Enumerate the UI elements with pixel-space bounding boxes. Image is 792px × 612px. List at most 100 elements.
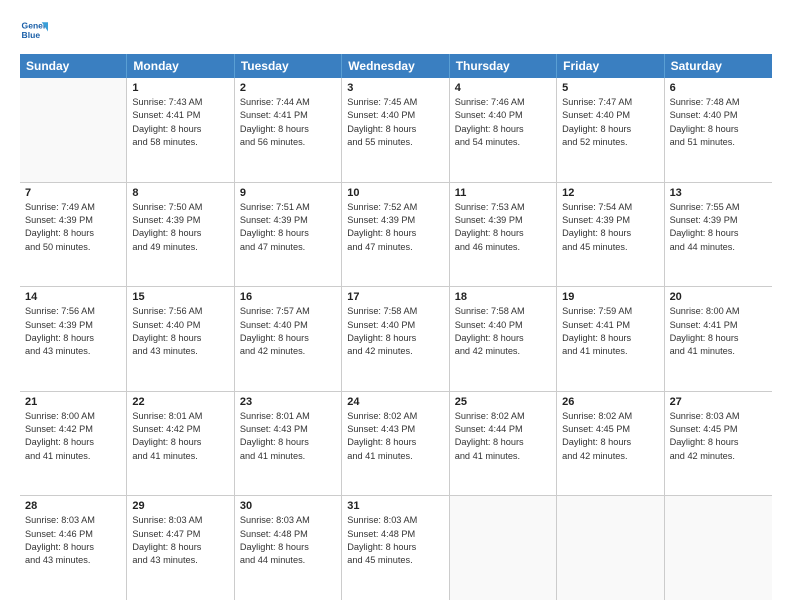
daylight-text-line2: and 49 minutes. — [132, 241, 228, 254]
calendar-week-3: 14Sunrise: 7:56 AMSunset: 4:39 PMDayligh… — [20, 287, 772, 392]
day-header-sunday: Sunday — [20, 54, 127, 78]
daylight-text-line1: Daylight: 8 hours — [347, 227, 443, 240]
daylight-text-line2: and 41 minutes. — [670, 345, 767, 358]
calendar-cell: 15Sunrise: 7:56 AMSunset: 4:40 PMDayligh… — [127, 287, 234, 391]
sunrise-text: Sunrise: 7:53 AM — [455, 201, 551, 214]
sunset-text: Sunset: 4:39 PM — [132, 214, 228, 227]
calendar-cell: 31Sunrise: 8:03 AMSunset: 4:48 PMDayligh… — [342, 496, 449, 600]
day-header-saturday: Saturday — [665, 54, 772, 78]
calendar-cell — [450, 496, 557, 600]
calendar-cell: 16Sunrise: 7:57 AMSunset: 4:40 PMDayligh… — [235, 287, 342, 391]
daylight-text-line1: Daylight: 8 hours — [562, 332, 658, 345]
daylight-text-line2: and 41 minutes. — [562, 345, 658, 358]
daylight-text-line1: Daylight: 8 hours — [132, 332, 228, 345]
calendar-page: General Blue SundayMondayTuesdayWednesda… — [0, 0, 792, 612]
daylight-text-line1: Daylight: 8 hours — [670, 436, 767, 449]
daylight-text-line1: Daylight: 8 hours — [25, 436, 121, 449]
daylight-text-line1: Daylight: 8 hours — [240, 436, 336, 449]
calendar-cell: 4Sunrise: 7:46 AMSunset: 4:40 PMDaylight… — [450, 78, 557, 182]
calendar-cell: 3Sunrise: 7:45 AMSunset: 4:40 PMDaylight… — [342, 78, 449, 182]
svg-text:Blue: Blue — [22, 30, 41, 40]
sunset-text: Sunset: 4:40 PM — [347, 319, 443, 332]
sunset-text: Sunset: 4:41 PM — [562, 319, 658, 332]
sunrise-text: Sunrise: 7:46 AM — [455, 96, 551, 109]
day-number: 2 — [240, 82, 336, 94]
sunset-text: Sunset: 4:48 PM — [347, 528, 443, 541]
daylight-text-line2: and 58 minutes. — [132, 136, 228, 149]
sunrise-text: Sunrise: 8:03 AM — [347, 514, 443, 527]
daylight-text-line1: Daylight: 8 hours — [670, 332, 767, 345]
daylight-text-line2: and 41 minutes. — [25, 450, 121, 463]
daylight-text-line1: Daylight: 8 hours — [25, 541, 121, 554]
sunrise-text: Sunrise: 7:48 AM — [670, 96, 767, 109]
daylight-text-line1: Daylight: 8 hours — [240, 332, 336, 345]
sunset-text: Sunset: 4:46 PM — [25, 528, 121, 541]
daylight-text-line2: and 45 minutes. — [562, 241, 658, 254]
daylight-text-line1: Daylight: 8 hours — [455, 227, 551, 240]
day-number: 27 — [670, 396, 767, 408]
day-number: 13 — [670, 187, 767, 199]
sunrise-text: Sunrise: 8:03 AM — [132, 514, 228, 527]
calendar-cell: 11Sunrise: 7:53 AMSunset: 4:39 PMDayligh… — [450, 183, 557, 287]
day-number: 26 — [562, 396, 658, 408]
daylight-text-line1: Daylight: 8 hours — [670, 227, 767, 240]
day-header-thursday: Thursday — [450, 54, 557, 78]
daylight-text-line2: and 45 minutes. — [347, 554, 443, 567]
day-header-monday: Monday — [127, 54, 234, 78]
sunrise-text: Sunrise: 8:03 AM — [240, 514, 336, 527]
sunset-text: Sunset: 4:45 PM — [562, 423, 658, 436]
daylight-text-line1: Daylight: 8 hours — [240, 227, 336, 240]
sunrise-text: Sunrise: 7:45 AM — [347, 96, 443, 109]
day-number: 30 — [240, 500, 336, 512]
daylight-text-line2: and 51 minutes. — [670, 136, 767, 149]
daylight-text-line2: and 46 minutes. — [455, 241, 551, 254]
daylight-text-line1: Daylight: 8 hours — [562, 436, 658, 449]
sunrise-text: Sunrise: 7:44 AM — [240, 96, 336, 109]
calendar-cell — [557, 496, 664, 600]
sunrise-text: Sunrise: 7:59 AM — [562, 305, 658, 318]
sunset-text: Sunset: 4:40 PM — [455, 319, 551, 332]
day-number: 10 — [347, 187, 443, 199]
sunset-text: Sunset: 4:42 PM — [25, 423, 121, 436]
daylight-text-line1: Daylight: 8 hours — [347, 332, 443, 345]
daylight-text-line2: and 42 minutes. — [240, 345, 336, 358]
daylight-text-line1: Daylight: 8 hours — [455, 436, 551, 449]
sunset-text: Sunset: 4:39 PM — [240, 214, 336, 227]
calendar-cell: 20Sunrise: 8:00 AMSunset: 4:41 PMDayligh… — [665, 287, 772, 391]
daylight-text-line1: Daylight: 8 hours — [455, 123, 551, 136]
sunrise-text: Sunrise: 7:43 AM — [132, 96, 228, 109]
sunset-text: Sunset: 4:45 PM — [670, 423, 767, 436]
sunset-text: Sunset: 4:39 PM — [455, 214, 551, 227]
sunset-text: Sunset: 4:40 PM — [347, 109, 443, 122]
sunrise-text: Sunrise: 7:52 AM — [347, 201, 443, 214]
calendar-cell — [20, 78, 127, 182]
day-number: 12 — [562, 187, 658, 199]
sunrise-text: Sunrise: 8:01 AM — [240, 410, 336, 423]
day-number: 22 — [132, 396, 228, 408]
sunrise-text: Sunrise: 7:54 AM — [562, 201, 658, 214]
calendar-cell: 6Sunrise: 7:48 AMSunset: 4:40 PMDaylight… — [665, 78, 772, 182]
day-number: 14 — [25, 291, 121, 303]
daylight-text-line1: Daylight: 8 hours — [240, 541, 336, 554]
page-header: General Blue — [20, 16, 772, 44]
daylight-text-line1: Daylight: 8 hours — [25, 332, 121, 345]
sunset-text: Sunset: 4:42 PM — [132, 423, 228, 436]
calendar-cell: 7Sunrise: 7:49 AMSunset: 4:39 PMDaylight… — [20, 183, 127, 287]
day-number: 23 — [240, 396, 336, 408]
sunrise-text: Sunrise: 7:58 AM — [347, 305, 443, 318]
daylight-text-line2: and 42 minutes. — [670, 450, 767, 463]
calendar-cell: 27Sunrise: 8:03 AMSunset: 4:45 PMDayligh… — [665, 392, 772, 496]
day-number: 9 — [240, 187, 336, 199]
daylight-text-line1: Daylight: 8 hours — [455, 332, 551, 345]
sunrise-text: Sunrise: 8:00 AM — [670, 305, 767, 318]
sunrise-text: Sunrise: 8:03 AM — [25, 514, 121, 527]
calendar-cell: 18Sunrise: 7:58 AMSunset: 4:40 PMDayligh… — [450, 287, 557, 391]
calendar-cell: 25Sunrise: 8:02 AMSunset: 4:44 PMDayligh… — [450, 392, 557, 496]
daylight-text-line2: and 43 minutes. — [132, 345, 228, 358]
sunset-text: Sunset: 4:43 PM — [240, 423, 336, 436]
sunrise-text: Sunrise: 8:01 AM — [132, 410, 228, 423]
sunrise-text: Sunrise: 7:58 AM — [455, 305, 551, 318]
calendar-cell: 30Sunrise: 8:03 AMSunset: 4:48 PMDayligh… — [235, 496, 342, 600]
calendar-week-5: 28Sunrise: 8:03 AMSunset: 4:46 PMDayligh… — [20, 496, 772, 600]
sunset-text: Sunset: 4:43 PM — [347, 423, 443, 436]
